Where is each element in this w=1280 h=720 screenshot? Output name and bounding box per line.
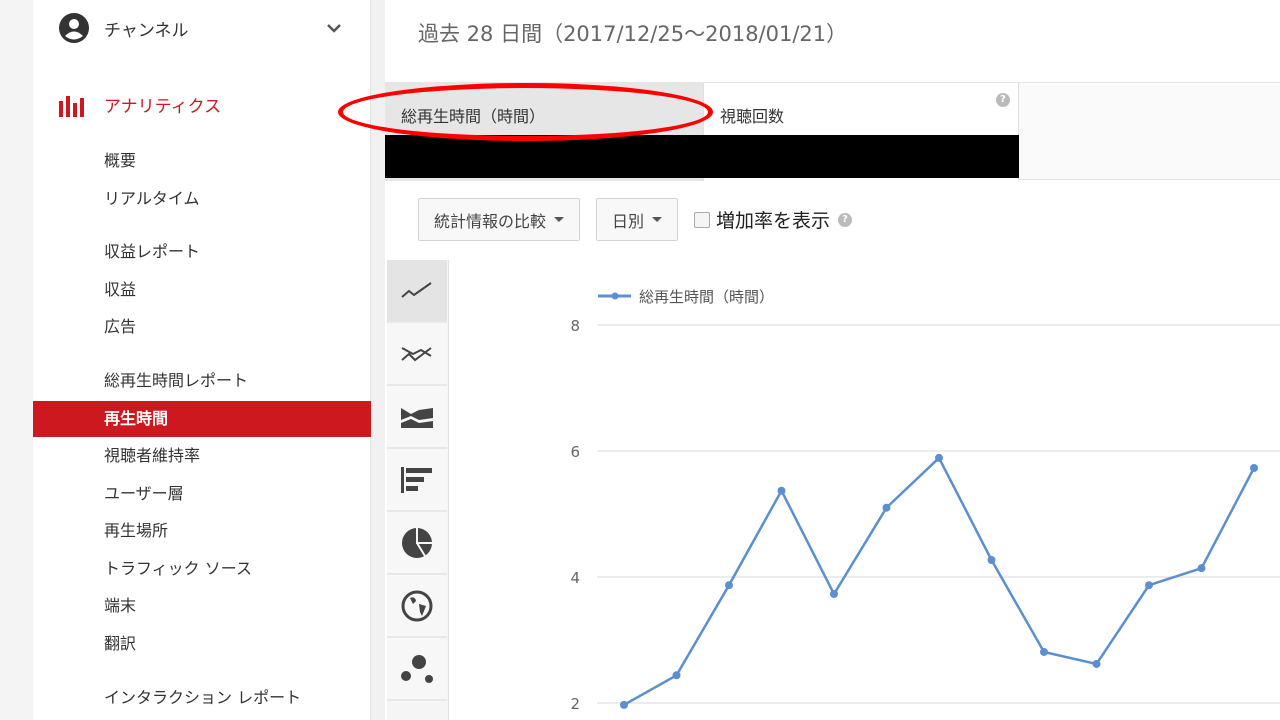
data-point [1040, 647, 1048, 656]
series-line [623, 455, 1256, 706]
channel-label: チャンネル [104, 20, 189, 41]
legend-marker [611, 292, 619, 300]
sidebar-item-devices[interactable]: 端末 [33, 588, 371, 624]
analytics-menu[interactable]: アナリティクス [58, 92, 221, 117]
data-point [620, 700, 628, 709]
highlight-oval-annotation [338, 83, 713, 141]
sidebar-item-demographics[interactable]: ユーザー層 [33, 476, 371, 512]
data-point [672, 671, 681, 680]
legend-label: 総再生時間（時間） [639, 288, 774, 306]
analytics-label: アナリティクス [104, 97, 222, 117]
bar-chart-icon [59, 95, 84, 117]
sidebar-item-revenue-report[interactable]: 収益レポート [33, 234, 371, 270]
sidebar-item-watchtime[interactable]: 再生時間 [33, 401, 371, 437]
channel-menu[interactable]: チャンネル [58, 12, 341, 44]
data-point [882, 503, 891, 512]
sidebar-item-realtime[interactable]: リアルタイム [33, 181, 371, 217]
page-gutter [0, 0, 33, 720]
sidebar: チャンネル アナリティクス 概要 リアルタイム 収益レポート 収益 広告 総再生… [33, 0, 371, 720]
chevron-down-icon[interactable] [326, 23, 342, 33]
sidebar-item-overview[interactable]: 概要 [33, 143, 371, 179]
y-tick-label: 6 [570, 443, 580, 461]
sidebar-item-translations[interactable]: 翻訳 [33, 626, 371, 662]
data-point [1197, 564, 1206, 573]
sidebar-item-retention[interactable]: 視聴者維持率 [33, 438, 371, 474]
account-circle-icon [59, 13, 89, 43]
sidebar-item-revenue[interactable]: 収益 [33, 272, 371, 308]
sidebar-item-ads[interactable]: 広告 [33, 309, 371, 345]
y-tick-label: 4 [570, 569, 580, 587]
data-point [1092, 659, 1101, 668]
data-point [1145, 581, 1153, 590]
sidebar-item-watchtime-report[interactable]: 総再生時間レポート [33, 363, 371, 399]
data-point [725, 581, 733, 590]
sidebar-item-playback-locations[interactable]: 再生場所 [33, 513, 371, 549]
y-tick-label: 2 [570, 695, 580, 713]
data-point [830, 590, 838, 599]
data-point [935, 453, 943, 462]
data-point [777, 486, 786, 495]
y-tick-label: 8 [570, 317, 580, 335]
data-point [987, 555, 996, 564]
sidebar-item-traffic-sources[interactable]: トラフィック ソース [33, 551, 371, 587]
data-point [1250, 464, 1258, 473]
sidebar-item-interaction-report[interactable]: インタラクション レポート [33, 680, 371, 716]
